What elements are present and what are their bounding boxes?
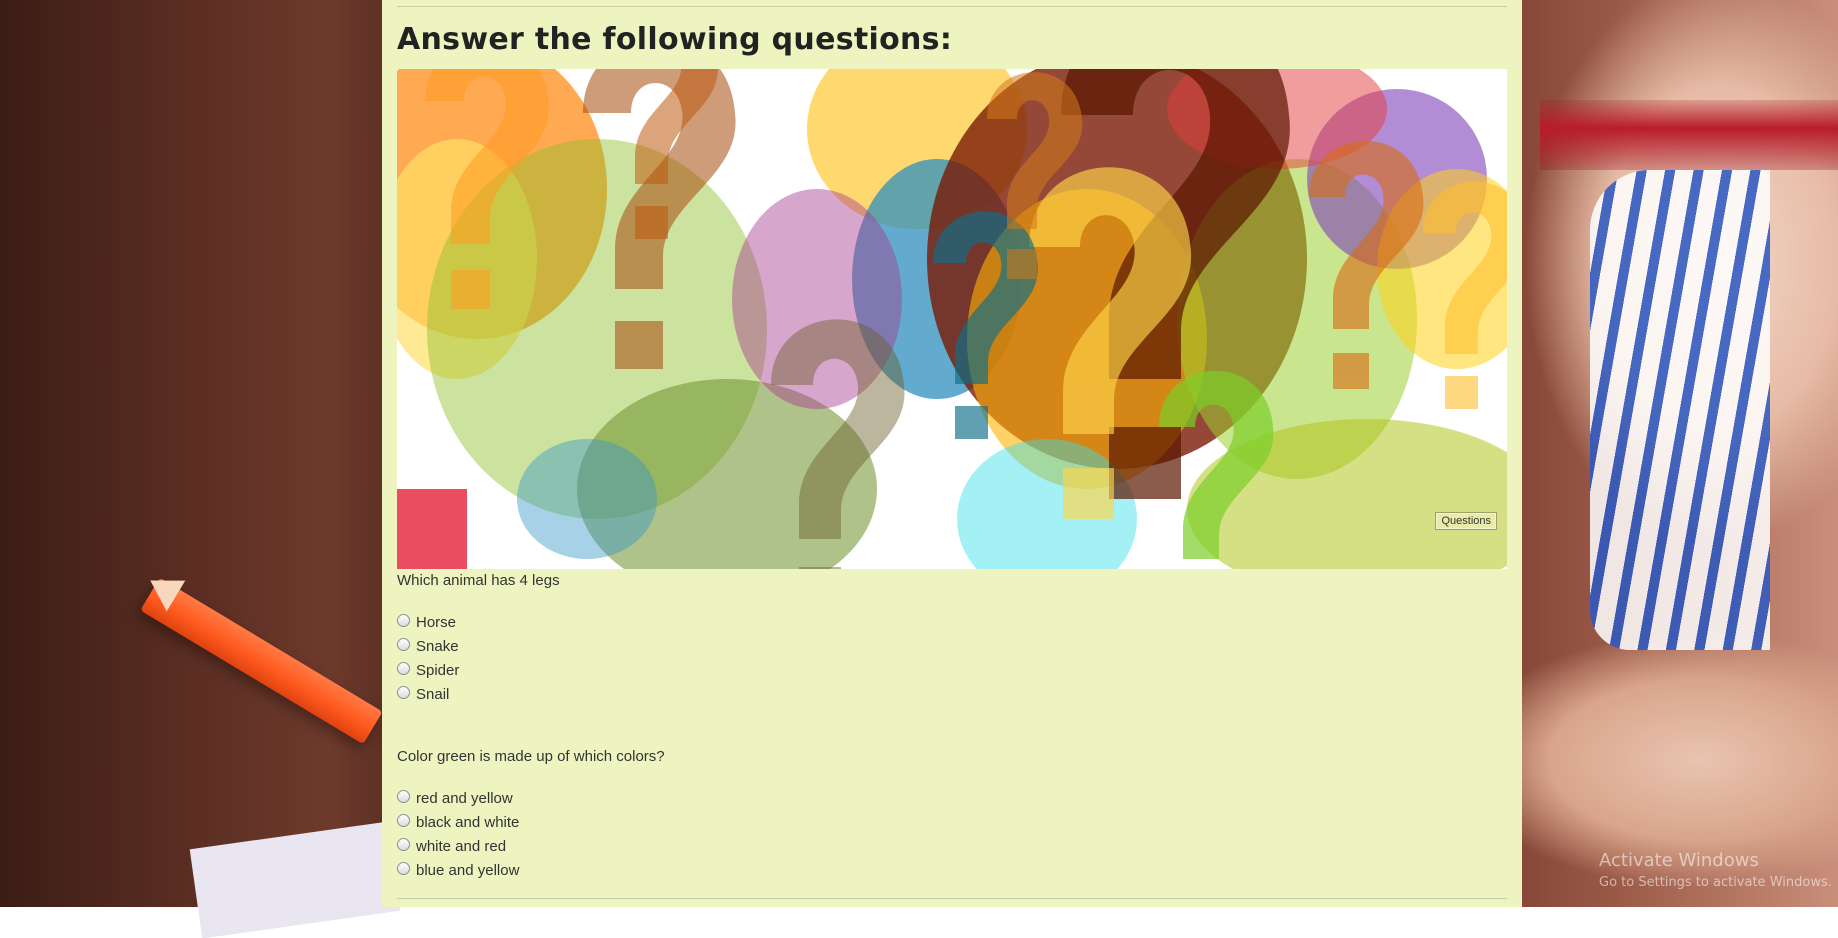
image-caption: Questions bbox=[1435, 512, 1497, 530]
background-striped-shirt bbox=[1590, 170, 1770, 650]
watermark-subtitle: Go to Settings to activate Windows. bbox=[1599, 875, 1832, 890]
question-1-option-snake[interactable]: Snake bbox=[397, 634, 459, 658]
radio-button[interactable] bbox=[397, 837, 410, 851]
page-heading: Answer the following questions: bbox=[397, 22, 953, 57]
watermark-title: Activate Windows bbox=[1599, 850, 1759, 871]
radio-button[interactable] bbox=[397, 613, 410, 627]
background-red-strip bbox=[1540, 100, 1838, 170]
option-label: blue and yellow bbox=[416, 861, 520, 879]
option-label: white and red bbox=[416, 837, 507, 855]
question-1-option-snail[interactable]: Snail bbox=[397, 682, 459, 706]
question-2-option-blue-and-yellow[interactable]: blue and yellow bbox=[397, 858, 519, 882]
radio-button[interactable] bbox=[397, 861, 410, 875]
radio-button[interactable] bbox=[397, 661, 410, 675]
question-2-text: Color green is made up of which colors? bbox=[397, 748, 665, 765]
option-label: Snail bbox=[416, 685, 450, 703]
top-divider bbox=[397, 6, 1507, 7]
radio-button[interactable] bbox=[397, 637, 410, 651]
option-label: Spider bbox=[416, 661, 460, 679]
question-2-option-black-and-white[interactable]: black and white bbox=[397, 810, 519, 834]
option-label: red and yellow bbox=[416, 789, 513, 807]
windows-activation-watermark: Activate Windows Go to Settings to activ… bbox=[1599, 850, 1832, 890]
radio-button[interactable] bbox=[397, 685, 410, 699]
question-1-options: Horse Snake Spider Snail bbox=[397, 610, 459, 706]
question-marks-illustration bbox=[397, 69, 1507, 569]
bottom-divider bbox=[397, 898, 1507, 899]
questions-hero-image: Questions bbox=[397, 69, 1507, 569]
question-2-option-red-and-yellow[interactable]: red and yellow bbox=[397, 786, 519, 810]
option-label: Snake bbox=[416, 637, 459, 655]
option-label: black and white bbox=[416, 813, 520, 831]
option-label: Horse bbox=[416, 613, 457, 631]
question-1-text: Which animal has 4 legs bbox=[397, 572, 560, 589]
radio-button[interactable] bbox=[397, 813, 410, 827]
question-1-option-spider[interactable]: Spider bbox=[397, 658, 459, 682]
question-1-option-horse[interactable]: Horse bbox=[397, 610, 459, 634]
question-2-options: red and yellow black and white white and… bbox=[397, 786, 519, 882]
radio-button[interactable] bbox=[397, 789, 410, 803]
question-2-option-white-and-red[interactable]: white and red bbox=[397, 834, 519, 858]
